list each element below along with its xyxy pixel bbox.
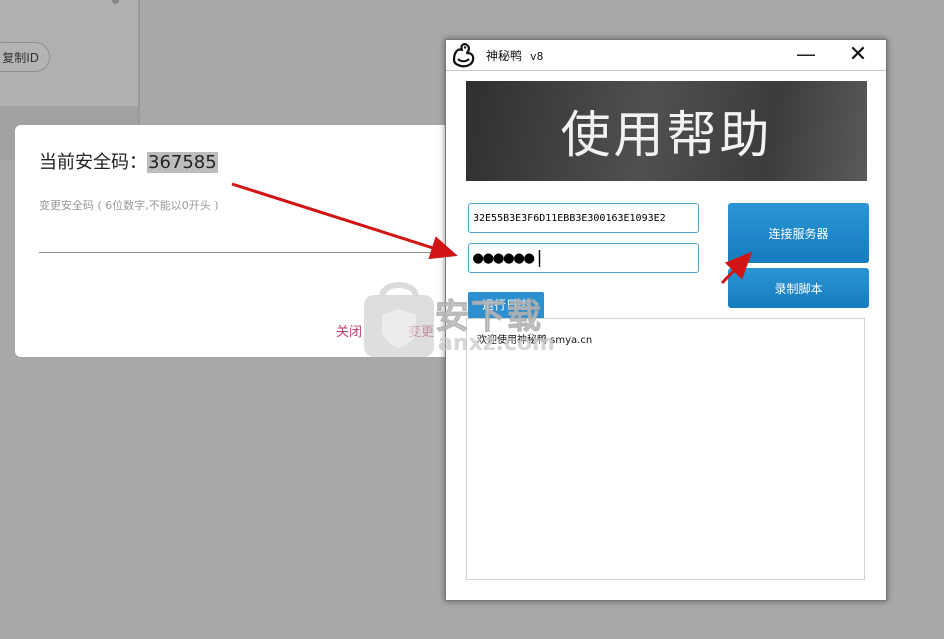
copy-id-button[interactable]: 复制ID [0, 42, 50, 72]
close-button[interactable]: 关闭 [336, 321, 362, 340]
window-title: 神秘鸭 v8 [486, 47, 543, 64]
help-banner[interactable]: 使用帮助 [466, 81, 867, 181]
device-id-input[interactable] [468, 203, 699, 233]
app-version: v8 [530, 50, 544, 63]
connect-server-button[interactable]: 连接服务器 [728, 203, 869, 263]
change-code-hint: 变更安全码 ( 6位数字,不能以0开头 ) [39, 199, 219, 212]
dialog-title: 当前安全码：367585 [39, 148, 218, 174]
banner-text: 使用帮助 [560, 106, 773, 164]
watermark-url: anxz.com [438, 331, 555, 356]
title-bar: 神秘鸭 v8 — ✕ [446, 40, 886, 71]
shield-bag-icon [364, 282, 434, 357]
minimize-button[interactable]: — [789, 44, 823, 68]
dialog-title-label: 当前安全码： [39, 152, 147, 173]
duck-icon [452, 43, 475, 68]
run-log-area[interactable]: 欢迎使用神秘鸭 smya.cn [466, 318, 865, 580]
app-name: 神秘鸭 [486, 49, 523, 63]
close-window-button[interactable]: ✕ [841, 44, 875, 68]
new-code-input[interactable] [39, 220, 465, 253]
current-security-code: 367585 [147, 152, 218, 173]
password-input[interactable] [468, 243, 699, 273]
record-script-button[interactable]: 录制脚本 [728, 268, 869, 308]
